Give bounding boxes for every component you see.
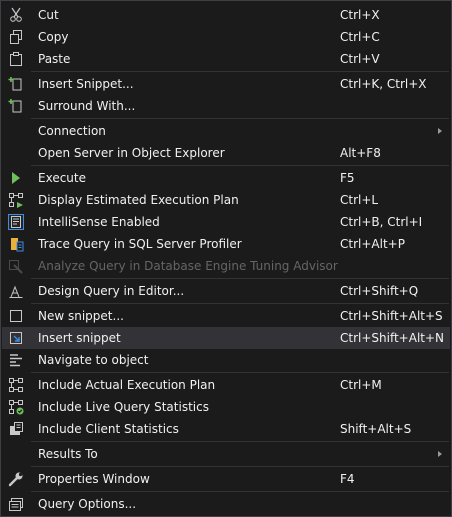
menu-item-navigate-to-object[interactable]: Navigate to object <box>2 349 450 371</box>
menu-item-open-server[interactable]: Open Server in Object Explorer Alt+F8 <box>2 142 450 164</box>
query-options-icon <box>8 496 24 512</box>
menu-item-shortcut: Ctrl+Shift+Q <box>340 284 419 298</box>
menu-item-shortcut: Ctrl+Alt+P <box>340 237 405 251</box>
menu-item-results-to[interactable]: Results To <box>2 443 450 465</box>
menu-item-properties-window[interactable]: Properties Window F4 <box>2 468 450 490</box>
menu-item-shortcut: Ctrl+K, Ctrl+X <box>340 77 427 91</box>
menu-item-label: Paste <box>38 52 71 66</box>
tuning-advisor-icon <box>8 258 24 274</box>
menu-item-insert-snippet[interactable]: Insert snippet Ctrl+Shift+Alt+N <box>2 327 450 349</box>
paste-icon <box>8 51 24 67</box>
menu-item-label: Insert Snippet... <box>38 77 134 91</box>
snippet-icon <box>8 76 24 92</box>
menu-item-shortcut: Ctrl+B, Ctrl+I <box>340 215 423 229</box>
menu-item-shortcut: Ctrl+Shift+Alt+N <box>340 331 445 345</box>
actual-plan-icon <box>8 377 24 393</box>
context-menu: Cut Ctrl+X Copy Ctrl+C Paste Ctrl+V Inse… <box>0 0 452 517</box>
insert-snippet-icon <box>8 330 24 346</box>
menu-item-analyze-query: Analyze Query in Database Engine Tuning … <box>2 255 450 277</box>
submenu-arrow-icon <box>438 128 442 134</box>
menu-item-design-query[interactable]: Design Query in Editor... Ctrl+Shift+Q <box>2 280 450 302</box>
menu-separator <box>31 491 449 492</box>
menu-item-shortcut: Ctrl+X <box>340 8 380 22</box>
menu-item-label: Insert snippet <box>38 331 121 345</box>
menu-item-paste[interactable]: Paste Ctrl+V <box>2 48 450 70</box>
menu-item-label: Query Options... <box>38 497 137 511</box>
menu-item-label: Navigate to object <box>38 353 149 367</box>
menu-item-surround-with[interactable]: Surround With... <box>2 95 450 117</box>
menu-item-label: Include Actual Execution Plan <box>38 378 216 392</box>
menu-item-label: Surround With... <box>38 99 136 113</box>
menu-item-connection[interactable]: Connection <box>2 120 450 142</box>
menu-item-label: New snippet... <box>38 309 124 323</box>
intellisense-icon <box>8 214 24 230</box>
menu-item-include-actual-plan[interactable]: Include Actual Execution Plan Ctrl+M <box>2 374 450 396</box>
play-icon <box>8 170 24 186</box>
menu-item-label: Cut <box>38 8 59 22</box>
menu-item-shortcut: Shift+Alt+S <box>340 422 412 436</box>
scissors-icon <box>8 7 24 23</box>
menu-item-label: Execute <box>38 171 86 185</box>
menu-item-label: Properties Window <box>38 472 150 486</box>
menu-item-label: Results To <box>38 447 98 461</box>
menu-item-insert-snippet-dialog[interactable]: Insert Snippet... Ctrl+K, Ctrl+X <box>2 73 450 95</box>
menu-item-trace-query[interactable]: Trace Query in SQL Server Profiler Ctrl+… <box>2 233 450 255</box>
menu-item-shortcut: Ctrl+Shift+Alt+S <box>340 309 443 323</box>
menu-separator <box>31 372 449 373</box>
menu-item-shortcut: Ctrl+M <box>340 378 382 392</box>
submenu-arrow-icon <box>438 451 442 457</box>
navigate-icon <box>8 352 24 368</box>
menu-separator <box>31 278 449 279</box>
menu-item-shortcut: Ctrl+C <box>340 30 380 44</box>
menu-item-cut[interactable]: Cut Ctrl+X <box>2 4 450 26</box>
design-query-icon <box>8 283 24 299</box>
menu-item-shortcut: Ctrl+V <box>340 52 380 66</box>
menu-item-label: Analyze Query in Database Engine Tuning … <box>38 259 338 273</box>
menu-item-shortcut: Alt+F8 <box>340 146 381 160</box>
client-stats-icon <box>8 421 24 437</box>
profiler-icon <box>8 236 24 252</box>
menu-item-label: Include Client Statistics <box>38 422 179 436</box>
menu-separator <box>31 165 449 166</box>
menu-item-include-live-stats[interactable]: Include Live Query Statistics <box>2 396 450 418</box>
menu-separator <box>31 441 449 442</box>
menu-item-label: Connection <box>38 124 106 138</box>
menu-item-intellisense-enabled[interactable]: IntelliSense Enabled Ctrl+B, Ctrl+I <box>2 211 450 233</box>
menu-item-label: Display Estimated Execution Plan <box>38 193 239 207</box>
execution-plan-icon <box>8 192 24 208</box>
menu-item-label: Design Query in Editor... <box>38 284 185 298</box>
copy-icon <box>8 29 24 45</box>
surround-icon <box>8 98 24 114</box>
menu-item-new-snippet[interactable]: New snippet... Ctrl+Shift+Alt+S <box>2 305 450 327</box>
menu-item-execute[interactable]: Execute F5 <box>2 167 450 189</box>
menu-item-display-estimated-plan[interactable]: Display Estimated Execution Plan Ctrl+L <box>2 189 450 211</box>
menu-separator <box>31 466 449 467</box>
menu-separator <box>31 303 449 304</box>
menu-item-query-options[interactable]: Query Options... <box>2 493 450 515</box>
menu-separator <box>31 71 449 72</box>
wrench-icon <box>8 471 24 487</box>
menu-item-label: Include Live Query Statistics <box>38 400 209 414</box>
menu-item-copy[interactable]: Copy Ctrl+C <box>2 26 450 48</box>
menu-item-include-client-stats[interactable]: Include Client Statistics Shift+Alt+S <box>2 418 450 440</box>
new-snippet-icon <box>8 308 24 324</box>
menu-item-shortcut: F5 <box>340 171 355 185</box>
menu-item-shortcut: Ctrl+L <box>340 193 379 207</box>
menu-item-shortcut: F4 <box>340 472 355 486</box>
menu-item-label: Copy <box>38 30 69 44</box>
menu-item-label: IntelliSense Enabled <box>38 215 160 229</box>
menu-item-label: Open Server in Object Explorer <box>38 146 225 160</box>
menu-item-label: Trace Query in SQL Server Profiler <box>38 237 242 251</box>
live-stats-icon <box>8 399 24 415</box>
menu-separator <box>31 118 449 119</box>
